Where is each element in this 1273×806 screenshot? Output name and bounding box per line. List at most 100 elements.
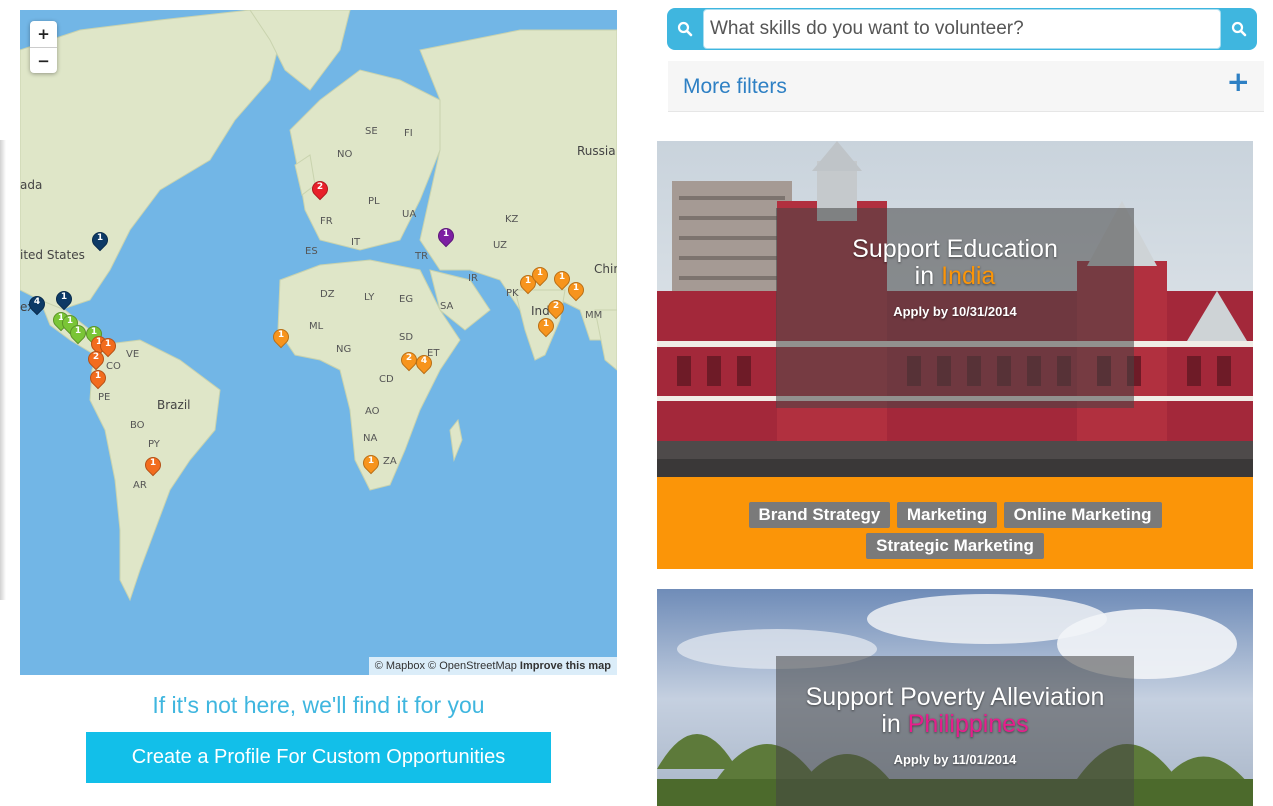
map-label-ir: IR	[468, 273, 478, 284]
map-marker[interactable]: 1	[86, 366, 110, 392]
map-label-canada: ada	[20, 178, 43, 192]
map-label-bo: BO	[130, 420, 145, 431]
map-label-tr: TR	[415, 251, 429, 262]
opportunity-overlay: Support Education in India Apply by 10/3…	[776, 208, 1134, 408]
page: Russia ada ited States ex Brazil SE NO F…	[0, 0, 1273, 806]
map-attribution: © Mapbox © OpenStreetMap Improve this ma…	[368, 657, 617, 675]
zoom-out-button[interactable]: −	[30, 47, 57, 73]
skills-search-input[interactable]	[703, 9, 1221, 49]
map-marker[interactable]: 1	[528, 263, 552, 289]
map-label-ua: UA	[402, 209, 417, 220]
map-label-es: ES	[305, 246, 318, 257]
map-label-py: PY	[148, 439, 160, 450]
map-marker[interactable]: 1	[88, 228, 112, 254]
attribution-text[interactable]: © Mapbox © OpenStreetMap	[375, 660, 517, 672]
map-marker[interactable]: 1	[564, 278, 588, 304]
apply-deadline: Apply by 10/31/2014	[893, 304, 1017, 319]
skill-tag[interactable]: Marketing	[896, 502, 998, 528]
search-submit-button[interactable]	[1221, 8, 1257, 50]
skill-tag[interactable]: Brand Strategy	[748, 502, 891, 528]
opportunity-card[interactable]: Support Poverty Alleviation in Philippin…	[657, 589, 1253, 806]
marker-count: 1	[104, 339, 112, 349]
map-marker[interactable]: 1	[52, 287, 76, 313]
opportunity-overlay: Support Poverty Alleviation in Philippin…	[776, 656, 1134, 806]
map-marker[interactable]: 1	[434, 224, 458, 250]
map-marker[interactable]: 2	[308, 177, 332, 203]
location-line: in India	[776, 263, 1134, 290]
improve-map-link[interactable]: Improve this map	[520, 660, 611, 672]
map-label-kz: KZ	[505, 214, 519, 225]
map-label-se: SE	[365, 126, 378, 137]
map-label-pk: PK	[506, 288, 519, 299]
map-label-ng: NG	[336, 344, 352, 355]
map-label-russia: Russia	[577, 144, 616, 158]
apply-deadline: Apply by 11/01/2014	[893, 752, 1017, 767]
map-marker[interactable]: 4	[412, 351, 436, 377]
world-map[interactable]: Russia ada ited States ex Brazil SE NO F…	[20, 10, 617, 675]
map-label-eg: EG	[399, 294, 414, 305]
in-word: in	[914, 262, 935, 290]
map-label-brazil: Brazil	[157, 398, 191, 412]
marker-count: 2	[316, 182, 324, 192]
marker-count: 1	[542, 319, 550, 329]
opportunity-title: Support Education in India	[776, 236, 1134, 290]
map-label-ar: AR	[133, 480, 147, 491]
map-label-co: CO	[106, 361, 121, 372]
map-marker[interactable]: 1	[269, 325, 293, 351]
more-filters-label: More filters	[683, 75, 787, 98]
map-marker[interactable]: 1	[66, 321, 90, 347]
cause-title: Support Education	[852, 235, 1058, 263]
skill-tag[interactable]: Online Marketing	[1003, 502, 1162, 528]
map-label-ml: ML	[309, 321, 324, 332]
marker-count: 4	[420, 356, 428, 366]
marker-count: 1	[558, 272, 566, 282]
skills-bar: Brand Strategy Marketing Online Marketin…	[657, 477, 1253, 569]
map-label-fi: FI	[404, 128, 413, 139]
location-line: in Philippines	[776, 711, 1134, 738]
opportunity-card[interactable]: Support Education in India Apply by 10/3…	[657, 141, 1253, 569]
opportunity-title: Support Poverty Alleviation in Philippin…	[776, 684, 1134, 738]
map-label-dz: DZ	[320, 289, 335, 300]
map-label-sa: SA	[440, 301, 454, 312]
map-label-fr: FR	[320, 216, 333, 227]
more-filters-toggle[interactable]: More filters +	[668, 61, 1264, 112]
find-it-tagline: If it's not here, we'll find it for you	[152, 692, 485, 718]
map-label-ly: LY	[364, 292, 375, 303]
marker-count: 1	[96, 233, 104, 243]
country-name: India	[941, 262, 996, 290]
map-label-mm: MM	[585, 310, 603, 321]
map-marker[interactable]: 1	[534, 314, 558, 340]
marker-count: 1	[60, 292, 68, 302]
zoom-control: + −	[30, 21, 57, 73]
map-label-cd: CD	[379, 374, 394, 385]
map-label-na: NA	[363, 433, 378, 444]
map-marker[interactable]: 1	[359, 451, 383, 477]
marker-count: 1	[572, 283, 580, 293]
map-marker[interactable]: 4	[25, 292, 49, 318]
marker-count: 2	[92, 352, 100, 362]
marker-count: 2	[552, 301, 560, 311]
marker-count: 1	[442, 229, 450, 239]
zoom-in-button[interactable]: +	[30, 21, 57, 47]
search-icon	[1231, 21, 1247, 37]
marker-count: 1	[367, 456, 375, 466]
map-label-ve: VE	[126, 349, 140, 360]
plus-icon: +	[1226, 65, 1250, 98]
country-name: Philippines	[907, 710, 1029, 738]
marker-count: 1	[149, 458, 157, 468]
map-label-sd: SD	[399, 332, 414, 343]
map-marker[interactable]: 1	[141, 453, 165, 479]
skill-tag[interactable]: Strategic Marketing	[866, 533, 1044, 559]
side-shadow	[0, 140, 6, 600]
map-label-united-states: ited States	[20, 248, 85, 262]
map-label-ao: AO	[365, 406, 380, 417]
map-label-pe: PE	[98, 392, 111, 403]
search-icon	[667, 8, 703, 50]
map-label-china: Chin	[594, 262, 617, 276]
marker-count: 1	[536, 268, 544, 278]
map-label-it: IT	[351, 237, 361, 248]
map-label-uz: UZ	[493, 240, 507, 251]
marker-count: 1	[277, 330, 285, 340]
create-profile-button[interactable]: Create a Profile For Custom Opportunitie…	[86, 732, 551, 783]
marker-count: 1	[94, 371, 102, 381]
